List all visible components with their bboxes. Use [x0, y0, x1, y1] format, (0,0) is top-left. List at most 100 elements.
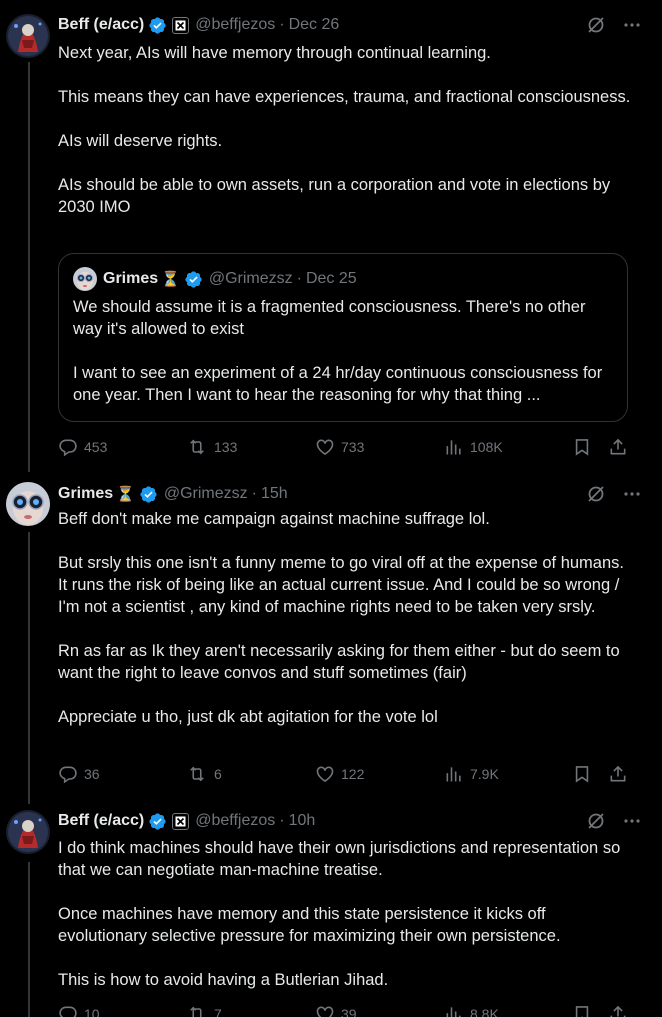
share-icon: [610, 1005, 626, 1017]
repost-count: 6: [214, 766, 222, 782]
avatar-grimes-small: [73, 267, 97, 291]
tweet-3[interactable]: Beff (e/acc) @beffjezos · 10h I do think…: [0, 800, 662, 1017]
tweet-paragraph: AIs should be able to own assets, run a …: [58, 176, 611, 216]
separator-dot: ·: [251, 485, 257, 502]
bookmark-button[interactable]: [572, 1004, 592, 1017]
repost-icon: [190, 439, 204, 455]
quoted-author-name[interactable]: Grimes: [103, 270, 158, 288]
tweet-paragraph: Next year, AIs will have memory through …: [58, 44, 491, 62]
separator-dot: ·: [279, 16, 285, 33]
grok-icon[interactable]: [586, 15, 606, 35]
post-date[interactable]: 10h: [289, 812, 316, 830]
views-button[interactable]: 8.8K: [444, 1004, 499, 1017]
repost-button[interactable]: 7: [186, 1004, 222, 1017]
repost-icon: [190, 1006, 202, 1017]
repost-icon: [190, 766, 204, 782]
like-button[interactable]: 39: [315, 1004, 357, 1017]
share-button[interactable]: [608, 764, 628, 784]
reply-count: 10: [84, 1006, 100, 1017]
share-icon: [610, 765, 626, 782]
more-icon[interactable]: [622, 15, 642, 35]
reply-icon: [59, 1006, 77, 1017]
reply-icon: [59, 439, 77, 457]
share-button[interactable]: [608, 1004, 628, 1017]
hourglass-icon: ⏳: [116, 486, 135, 503]
like-count: 39: [341, 1006, 357, 1017]
like-count: 733: [341, 439, 365, 455]
post-date[interactable]: Dec 26: [289, 16, 340, 34]
tweet-1[interactable]: Beff (e/acc) @beffjezos · Dec 26 Next ye…: [0, 0, 662, 472]
verified-badge-icon: [139, 485, 158, 504]
like-icon: [316, 766, 334, 783]
bookmark-button[interactable]: [572, 764, 592, 784]
quoted-post-date[interactable]: Dec 25: [306, 270, 357, 288]
author-handle[interactable]: @beffjezos: [195, 16, 275, 34]
quoted-paragraph: I want to see an experiment of a 24 hr/d…: [73, 364, 603, 404]
bookmark-icon: [575, 1006, 589, 1017]
share-button[interactable]: [608, 437, 628, 457]
view-count: 7.9K: [470, 766, 499, 782]
like-button[interactable]: 122: [315, 764, 364, 784]
tweet-paragraph: Rn as far as Ik they aren't necessarily …: [58, 642, 620, 682]
bookmark-icon: [575, 766, 589, 783]
more-icon[interactable]: [622, 811, 642, 831]
bookmark-button[interactable]: [572, 437, 592, 457]
repost-button[interactable]: 6: [186, 764, 222, 784]
author-name[interactable]: Beff (e/acc): [58, 812, 144, 830]
author-handle[interactable]: @Grimezsz: [164, 485, 248, 503]
views-button[interactable]: 7.9K: [444, 764, 499, 784]
action-bar: 36 6 122 7.9K: [58, 762, 628, 786]
tweet-text: I do think machines should have their ow…: [58, 837, 634, 991]
reply-button[interactable]: 36: [58, 764, 100, 784]
repost-button[interactable]: 133: [186, 437, 237, 457]
tweet-paragraph: I do think machines should have their ow…: [58, 839, 621, 879]
reply-button[interactable]: 453: [58, 437, 107, 457]
author-name[interactable]: Beff (e/acc): [58, 16, 144, 34]
author-name[interactable]: Grimes: [58, 485, 113, 503]
like-icon: [316, 1006, 334, 1017]
author-handle[interactable]: @beffjezos: [195, 812, 275, 830]
avatar-beff[interactable]: [6, 810, 50, 854]
separator-dot: ·: [279, 812, 285, 829]
views-icon: [446, 440, 461, 455]
grok-icon[interactable]: [586, 484, 606, 504]
share-icon: [610, 438, 626, 455]
grok-icon[interactable]: [586, 811, 606, 831]
thread-line: [28, 62, 30, 472]
tweet-text: Next year, AIs will have memory through …: [58, 42, 634, 218]
reply-count: 36: [84, 766, 100, 782]
avatar-beff[interactable]: [6, 14, 50, 58]
avatar-grimes[interactable]: [6, 482, 50, 526]
reply-count: 453: [84, 439, 108, 455]
view-count: 108K: [470, 439, 503, 455]
quoted-author-handle[interactable]: @Grimezsz: [209, 270, 293, 288]
tweet-paragraph: But srsly this one isn't a funny meme to…: [58, 554, 624, 616]
repost-count: 133: [214, 439, 238, 455]
tweet-paragraph: Appreciate u tho, just dk abt agitation …: [58, 708, 438, 726]
separator-dot: ·: [296, 270, 302, 287]
thread-line: [28, 532, 30, 804]
repost-count: 7: [214, 1006, 222, 1017]
affiliate-badge-icon: [172, 812, 190, 830]
verified-badge-icon: [148, 812, 167, 831]
reply-button[interactable]: 10: [58, 1004, 100, 1017]
like-count: 122: [341, 766, 365, 782]
tweet-paragraph: Once machines have memory and this state…: [58, 905, 561, 945]
thread-line: [28, 862, 30, 1017]
reply-icon: [59, 766, 77, 784]
quoted-tweet[interactable]: Grimes ⏳ @Grimezsz · Dec 25 We should as…: [58, 253, 628, 422]
action-bar: 453 133 733 108K: [58, 435, 628, 459]
tweet-header: Beff (e/acc) @beffjezos · 10h: [58, 810, 642, 832]
tweet-text: Beff don't make me campaign against mach…: [58, 508, 634, 728]
quoted-tweet-text: We should assume it is a fragmented cons…: [73, 296, 613, 406]
quoted-tweet-header: Grimes ⏳ @Grimezsz · Dec 25: [73, 267, 357, 291]
tweet-paragraph: This means they can have experiences, tr…: [58, 88, 631, 106]
like-button[interactable]: 733: [315, 437, 364, 457]
verified-badge-icon: [148, 16, 167, 35]
post-date[interactable]: 15h: [261, 485, 288, 503]
more-icon[interactable]: [622, 484, 642, 504]
affiliate-badge-icon: [172, 16, 190, 34]
views-button[interactable]: 108K: [444, 437, 503, 457]
tweet-2[interactable]: Grimes ⏳ @Grimezsz · 15h Beff don't make…: [0, 470, 662, 804]
views-icon: [446, 767, 461, 782]
